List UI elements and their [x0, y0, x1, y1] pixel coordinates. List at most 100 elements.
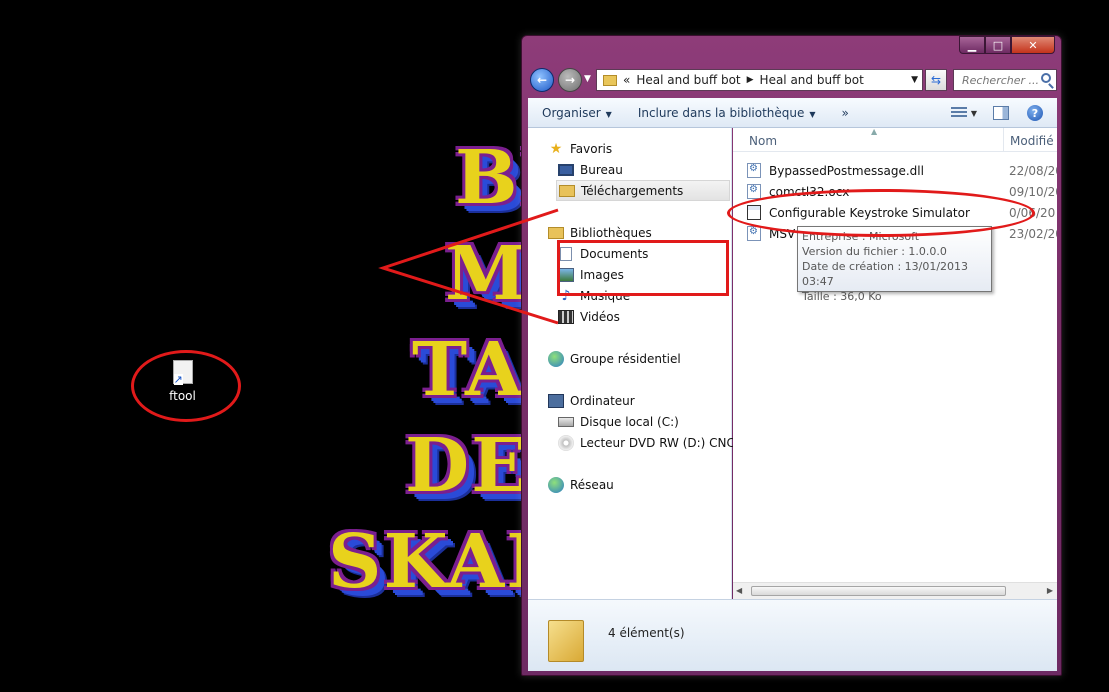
nav-item-documents[interactable]: Documents	[558, 243, 648, 264]
desktop-icon-label: ftool	[169, 389, 196, 403]
nav-item-images[interactable]: Images	[558, 264, 624, 285]
music-icon: ♪	[561, 287, 571, 304]
navigation-pane: ★ Favoris Bureau Téléchargements Biblioth…	[528, 128, 743, 599]
close-button[interactable]: ✕	[1011, 36, 1055, 54]
file-date: 22/08/20	[1009, 163, 1057, 178]
wallpaper-text: BL M TA DEA SKAI	[320, 130, 589, 610]
nav-label: Disque local (C:)	[580, 414, 679, 429]
tooltip-company: Entreprise : Microsoft	[802, 230, 920, 243]
nav-item-desktop[interactable]: Bureau	[558, 159, 623, 180]
sort-ascending-icon: ▲	[871, 128, 878, 136]
horizontal-scrollbar[interactable]: ◀ ▶	[733, 582, 1057, 599]
more-commands-button[interactable]: »	[828, 106, 861, 120]
chevron-down-icon: ▼	[809, 109, 816, 119]
tooltip-size: Taille : 36,0 Ko	[802, 290, 882, 303]
nav-item-computer[interactable]: Ordinateur	[548, 390, 635, 411]
include-in-library-menu[interactable]: Inclure dans la bibliothèque ▼	[624, 106, 828, 120]
nav-item-network[interactable]: Réseau	[548, 474, 614, 495]
nav-item-downloads[interactable]: Téléchargements	[556, 180, 730, 201]
nav-item-music[interactable]: ♪ Musique	[558, 285, 631, 306]
scroll-left-icon[interactable]: ◀	[736, 586, 742, 595]
nav-item-libraries[interactable]: Bibliothèques	[548, 222, 652, 243]
document-icon	[560, 246, 572, 261]
breadcrumb-item[interactable]: Heal and buff bot	[636, 73, 740, 87]
wallpaper-line: DEA	[405, 423, 589, 509]
network-icon	[548, 476, 564, 493]
nav-item-videos[interactable]: Vidéos	[558, 306, 620, 327]
file-name: comctl32.ocx	[769, 184, 850, 199]
explorer-window: ▁ □ ✕ ← → ▼ « Heal and buff bot ▶ Heal a…	[521, 35, 1062, 676]
address-dropdown-icon[interactable]: ▼	[911, 75, 918, 85]
wallpaper-line: BL	[455, 135, 574, 221]
history-dropdown-icon[interactable]: ▼	[584, 74, 591, 84]
column-header-modified[interactable]: Modifié	[1010, 134, 1054, 148]
refresh-icon: ⇆	[930, 73, 942, 87]
folder-icon	[548, 620, 584, 662]
details-pane: 4 élément(s)	[528, 599, 1057, 671]
minimize-button[interactable]: ▁	[959, 36, 985, 54]
folder-icon	[603, 74, 617, 86]
nav-label: Groupe résidentiel	[570, 351, 681, 366]
file-row[interactable]: Configurable Keystroke Simulator 0/06/20	[747, 202, 1057, 223]
dvd-icon	[558, 434, 574, 451]
nav-label: Bibliothèques	[570, 225, 652, 240]
help-icon[interactable]: ?	[1027, 105, 1043, 121]
address-bar[interactable]: « Heal and buff bot ▶ Heal and buff bot …	[596, 69, 923, 91]
file-list: ▲ Nom Modifié BypassedPostmessage.dll 22…	[733, 128, 1057, 599]
wallpaper-line: M	[445, 231, 529, 317]
nav-item-dvd-drive[interactable]: Lecteur DVD RW (D:) CNC3	[558, 432, 743, 453]
back-button[interactable]: ←	[530, 68, 554, 92]
breadcrumb-overflow[interactable]: «	[623, 73, 630, 87]
file-row[interactable]: comctl32.ocx 09/10/20	[747, 181, 1057, 202]
ocx-file-icon	[747, 184, 761, 199]
nav-item-local-disk[interactable]: Disque local (C:)	[558, 411, 679, 432]
nav-item-homegroup[interactable]: Groupe résidentiel	[548, 348, 681, 369]
computer-icon	[548, 393, 564, 408]
arrow-right-icon: →	[564, 73, 576, 87]
views-dropdown-icon[interactable]: ▼	[971, 109, 977, 118]
desktop-shortcut-ftool[interactable]: ftool	[155, 360, 210, 403]
wallpaper-line: TA	[412, 327, 525, 413]
nav-label: Téléchargements	[581, 183, 684, 198]
file-row[interactable]: BypassedPostmessage.dll 22/08/20	[747, 160, 1057, 181]
tooltip-created: Date de création : 13/01/2013 03:47	[802, 260, 969, 288]
preview-pane-icon[interactable]	[993, 106, 1009, 120]
tooltip-version: Version du fichier : 1.0.0.0	[802, 245, 947, 258]
refresh-button[interactable]: ⇆	[925, 69, 947, 91]
command-bar: Organiser ▼ Inclure dans la bibliothèque ▼…	[528, 98, 1057, 128]
include-label: Inclure dans la bibliothèque	[637, 105, 805, 120]
star-icon: ★	[549, 140, 563, 157]
change-view-icon[interactable]	[950, 107, 967, 119]
nav-label: Images	[580, 267, 624, 282]
breadcrumb-item[interactable]: Heal and buff bot	[760, 73, 864, 87]
image-icon	[558, 267, 574, 282]
scroll-right-icon[interactable]: ▶	[1047, 586, 1053, 595]
nav-label: Lecteur DVD RW (D:) CNC3	[580, 435, 743, 450]
forward-button[interactable]: →	[558, 68, 582, 92]
search-input[interactable]	[962, 73, 1040, 87]
scrollbar-thumb[interactable]	[751, 586, 1006, 596]
downloads-folder-icon	[559, 184, 575, 197]
file-icon	[747, 226, 761, 241]
arrow-left-icon: ←	[536, 73, 548, 87]
column-divider[interactable]	[1003, 128, 1004, 152]
search-box[interactable]	[953, 69, 1057, 91]
application-icon	[747, 205, 761, 220]
video-icon	[558, 309, 574, 324]
file-date: 09/10/20	[1009, 184, 1057, 199]
column-headers: ▲ Nom Modifié	[733, 128, 1057, 152]
nav-label: Ordinateur	[570, 393, 635, 408]
organize-menu[interactable]: Organiser ▼	[528, 106, 624, 120]
breadcrumb-separator-icon[interactable]: ▶	[747, 75, 754, 85]
nav-item-favorites[interactable]: ★ Favoris	[548, 138, 612, 159]
desktop-icon	[558, 163, 574, 176]
file-name: BypassedPostmessage.dll	[769, 163, 924, 178]
organize-label: Organiser	[542, 105, 601, 120]
maximize-button[interactable]: □	[985, 36, 1011, 54]
nav-label: Bureau	[580, 162, 623, 177]
library-icon	[548, 226, 564, 239]
nav-label: Musique	[580, 288, 631, 303]
search-icon[interactable]	[1041, 73, 1051, 83]
wallpaper-line: SKAI	[328, 519, 543, 605]
column-header-name[interactable]: Nom	[749, 134, 777, 148]
